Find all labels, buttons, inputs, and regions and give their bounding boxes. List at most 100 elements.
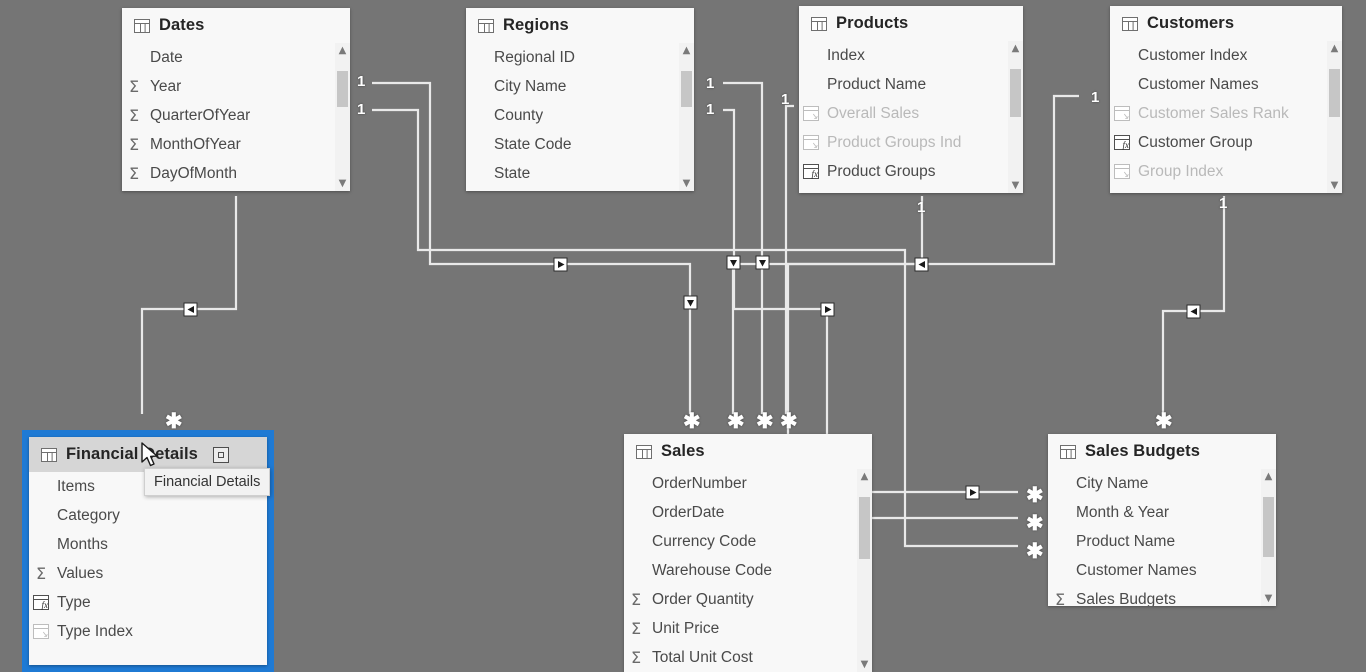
table-field-list[interactable]: Index Product Name ↘ Overall Sales ↘ Product … xyxy=(799,41,1023,193)
scrollbar-thumb[interactable] xyxy=(1329,69,1340,117)
scrollbar-thumb[interactable] xyxy=(681,71,692,107)
field-label: Unit Price xyxy=(652,619,720,637)
field-row[interactable]: Σ Values xyxy=(29,559,267,588)
field-row[interactable]: Σ Total Unit Cost xyxy=(624,643,872,672)
table-sales-budgets[interactable]: Sales Budgets City Name Month & Year Produc… xyxy=(1048,434,1276,606)
cardinality-label: 1 xyxy=(1219,195,1228,212)
field-row[interactable]: Product Name xyxy=(799,70,1023,99)
scrollbar-thumb[interactable] xyxy=(1010,69,1021,117)
table-regions[interactable]: Regions Regional ID City Name County State C… xyxy=(466,8,694,191)
field-row[interactable]: Product Name xyxy=(1048,527,1276,556)
table-header[interactable]: Regions xyxy=(466,8,694,43)
table-header[interactable]: Products xyxy=(799,6,1023,41)
scrollbar-thumb[interactable] xyxy=(859,497,870,559)
table-field-list[interactable]: Regional ID City Name County State Code Stat… xyxy=(466,43,694,191)
field-row[interactable]: Customer Names xyxy=(1110,70,1342,99)
field-row[interactable]: ↘ Product Groups Ind xyxy=(799,128,1023,157)
field-label: Currency Code xyxy=(652,532,757,550)
sigma-icon: Σ xyxy=(128,76,140,96)
field-row[interactable]: Σ QuarterOfYear xyxy=(122,101,350,130)
field-row[interactable]: County xyxy=(466,101,694,130)
field-row[interactable]: ↘ Customer Sales Rank xyxy=(1110,99,1342,128)
field-row[interactable]: Σ Unit Price xyxy=(624,614,872,643)
scroll-down-icon[interactable]: ▼ xyxy=(1008,178,1023,193)
table-scrollbar[interactable]: ▲ ▼ xyxy=(1261,469,1276,606)
field-row[interactable]: Index xyxy=(799,41,1023,70)
field-row[interactable]: Months xyxy=(29,530,267,559)
scroll-down-icon[interactable]: ▼ xyxy=(1327,178,1342,193)
relationship-products-sales xyxy=(784,104,794,414)
field-row[interactable]: OrderNumber xyxy=(624,469,872,498)
table-scrollbar[interactable]: ▲ ▼ xyxy=(679,43,694,191)
scroll-down-icon[interactable]: ▼ xyxy=(1261,591,1276,606)
sigma-icon: Σ xyxy=(128,163,140,183)
field-row[interactable]: ↘ Overall Sales xyxy=(799,99,1023,128)
scroll-up-icon[interactable]: ▲ xyxy=(857,469,872,484)
model-diagram-canvas[interactable]: 1 1 1 1 1 1 1 1 ✱ ✱ ✱ ✱ ✱ ✱ ✱ ✱ ✱ Dates Date Σ Year Σ Quarter… xyxy=(0,0,1366,672)
table-header[interactable]: Customers xyxy=(1110,6,1342,41)
field-label: County xyxy=(494,106,544,124)
table-field-list[interactable]: City Name Month & Year Product Name Custome… xyxy=(1048,469,1276,606)
expand-table-icon[interactable] xyxy=(212,446,229,463)
table-dates[interactable]: Dates Date Σ Year Σ QuarterOfYear Σ MonthOfYear… xyxy=(122,8,350,191)
field-row[interactable]: Σ DayOfMonth xyxy=(122,159,350,188)
table-title: Sales xyxy=(661,442,705,460)
cardinality-label: ✱ xyxy=(165,410,183,433)
field-row[interactable]: Customer Names xyxy=(1048,556,1276,585)
field-row[interactable]: OrderDate xyxy=(624,498,872,527)
table-scrollbar[interactable]: ▲ ▼ xyxy=(857,469,872,672)
table-header[interactable]: Dates xyxy=(122,8,350,43)
scroll-down-icon[interactable]: ▼ xyxy=(857,657,872,672)
field-row[interactable]: Month & Year xyxy=(1048,498,1276,527)
field-row[interactable]: Σ Order Quantity xyxy=(624,585,872,614)
field-row[interactable]: ↘ Group Index xyxy=(1110,157,1342,186)
sigma-icon: Σ xyxy=(630,589,642,609)
field-row[interactable]: fx Type xyxy=(29,588,267,617)
scroll-up-icon[interactable]: ▲ xyxy=(1327,41,1342,56)
field-row[interactable]: Currency Code xyxy=(624,527,872,556)
field-row[interactable]: ↘ Type Index xyxy=(29,617,267,646)
field-row[interactable]: Category xyxy=(29,501,267,530)
field-row[interactable]: fx Product Groups xyxy=(799,157,1023,186)
field-row[interactable]: Σ Year xyxy=(122,72,350,101)
field-row[interactable]: Date xyxy=(122,43,350,72)
table-grid-icon xyxy=(636,444,652,459)
field-row[interactable]: City Name xyxy=(466,72,694,101)
field-row[interactable]: Customer Index xyxy=(1110,41,1342,70)
table-customers[interactable]: Customers Customer Index Customer Names ↘ Cu… xyxy=(1110,6,1342,193)
table-field-list[interactable]: Customer Index Customer Names ↘ Customer Sa… xyxy=(1110,41,1342,193)
field-row[interactable]: Σ Sales Budgets xyxy=(1048,585,1276,607)
field-row[interactable]: Σ MonthOfYear xyxy=(122,130,350,159)
table-sales[interactable]: Sales OrderNumber OrderDate Currency Code Wa… xyxy=(624,434,872,672)
scroll-up-icon[interactable]: ▲ xyxy=(1261,469,1276,484)
scroll-up-icon[interactable]: ▲ xyxy=(335,43,350,58)
field-row[interactable]: City Name xyxy=(1048,469,1276,498)
table-title: Regions xyxy=(503,16,569,34)
scrollbar-thumb[interactable] xyxy=(337,71,348,107)
field-row[interactable]: fx Customer Group xyxy=(1110,128,1342,157)
selected-table-financial-details[interactable]: Financial Details Items Category Months Σ Val… xyxy=(22,430,274,672)
calculated-column-icon: ↘ xyxy=(803,106,819,122)
table-header[interactable]: Financial Details xyxy=(29,437,267,472)
scroll-up-icon[interactable]: ▲ xyxy=(679,43,694,58)
table-field-list[interactable]: Date Σ Year Σ QuarterOfYear Σ MonthOfYear Σ DayO… xyxy=(122,43,350,191)
scroll-up-icon[interactable]: ▲ xyxy=(1008,41,1023,56)
table-grid-icon xyxy=(811,16,827,31)
table-header[interactable]: Sales xyxy=(624,434,872,469)
table-field-list[interactable]: Items Category Months Σ Values fx Type ↘ Type In… xyxy=(29,472,267,665)
table-scrollbar[interactable]: ▲ ▼ xyxy=(335,43,350,191)
scrollbar-thumb[interactable] xyxy=(1263,497,1274,557)
scroll-down-icon[interactable]: ▼ xyxy=(335,176,350,191)
table-field-list[interactable]: OrderNumber OrderDate Currency Code Warehou… xyxy=(624,469,872,672)
table-scrollbar[interactable]: ▲ ▼ xyxy=(1327,41,1342,193)
table-products[interactable]: Products Index Product Name ↘ Overall Sales ↘… xyxy=(799,6,1023,193)
scroll-down-icon[interactable]: ▼ xyxy=(679,176,694,191)
field-row[interactable]: State Code xyxy=(466,130,694,159)
field-row[interactable]: Warehouse Code xyxy=(624,556,872,585)
table-scrollbar[interactable]: ▲ ▼ xyxy=(1008,41,1023,193)
sigma-icon: Σ xyxy=(128,105,140,125)
field-label: Type xyxy=(57,593,91,611)
table-header[interactable]: Sales Budgets xyxy=(1048,434,1276,469)
field-row[interactable]: Regional ID xyxy=(466,43,694,72)
field-row[interactable]: State xyxy=(466,159,694,188)
